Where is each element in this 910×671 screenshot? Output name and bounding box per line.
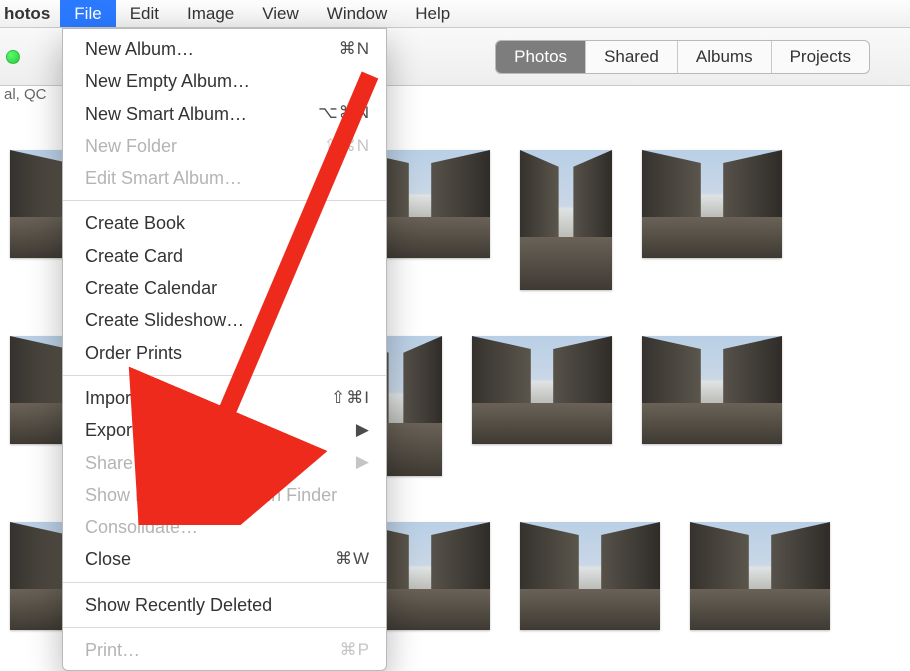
- view-segmented-control: Photos Shared Albums Projects: [495, 40, 870, 74]
- menu-window[interactable]: Window: [313, 0, 401, 27]
- menu-close[interactable]: Close ⌘W: [63, 543, 386, 575]
- tab-albums[interactable]: Albums: [677, 41, 771, 73]
- shortcut-label: ⌘P: [340, 639, 370, 662]
- menubar: hotos File Edit Image View Window Help: [0, 0, 910, 28]
- menu-show-referenced: Show Referenced File in Finder: [63, 479, 386, 511]
- photo-thumbnail[interactable]: [520, 522, 660, 630]
- shortcut-label: ⇧⌘N: [323, 135, 370, 158]
- menu-create-book[interactable]: Create Book: [63, 207, 386, 239]
- menu-new-smart-album[interactable]: New Smart Album… ⌥⌘N: [63, 98, 386, 130]
- photo-thumbnail[interactable]: [520, 150, 612, 290]
- menu-share: Share ▶: [63, 447, 386, 479]
- menu-export[interactable]: Export ▶: [63, 414, 386, 446]
- menu-item-label: Consolidate…: [85, 515, 198, 539]
- menu-new-album[interactable]: New Album… ⌘N: [63, 33, 386, 65]
- photo-thumbnail[interactable]: [690, 522, 830, 630]
- file-menu-dropdown: New Album… ⌘N New Empty Album… New Smart…: [62, 28, 387, 671]
- menu-item-label: Print…: [85, 638, 140, 662]
- menu-view[interactable]: View: [248, 0, 313, 27]
- photo-thumbnail[interactable]: [642, 336, 782, 444]
- menu-file[interactable]: File: [60, 0, 115, 27]
- menu-item-label: New Empty Album…: [85, 69, 250, 93]
- menu-separator: [63, 627, 386, 628]
- menu-item-label: New Album…: [85, 37, 194, 61]
- menu-item-label: Import…: [85, 386, 154, 410]
- menu-image[interactable]: Image: [173, 0, 248, 27]
- menu-item-label: New Smart Album…: [85, 102, 247, 126]
- menu-help[interactable]: Help: [401, 0, 464, 27]
- menu-item-label: Share: [85, 451, 133, 475]
- menu-item-label: New Folder: [85, 134, 177, 158]
- menu-create-slideshow[interactable]: Create Slideshow…: [63, 304, 386, 336]
- menu-item-label: Order Prints: [85, 341, 182, 365]
- menu-item-label: Create Card: [85, 244, 183, 268]
- submenu-arrow-icon: ▶: [356, 451, 370, 474]
- photo-thumbnail[interactable]: [472, 336, 612, 444]
- menu-show-recently-deleted[interactable]: Show Recently Deleted: [63, 589, 386, 621]
- location-label: al, QC: [0, 82, 60, 107]
- shortcut-label: ⌘W: [335, 548, 370, 571]
- menu-import[interactable]: Import… ⇧⌘I: [63, 382, 386, 414]
- tab-projects[interactable]: Projects: [771, 41, 869, 73]
- menu-item-label: Close: [85, 547, 131, 571]
- menu-print: Print… ⌘P: [63, 634, 386, 666]
- tab-shared[interactable]: Shared: [585, 41, 677, 73]
- shortcut-label: ⇧⌘I: [331, 387, 370, 410]
- shortcut-label: ⌘N: [339, 38, 370, 61]
- menu-separator: [63, 582, 386, 583]
- tab-photos[interactable]: Photos: [496, 41, 585, 73]
- menu-create-card[interactable]: Create Card: [63, 240, 386, 272]
- menu-create-calendar[interactable]: Create Calendar: [63, 272, 386, 304]
- menu-item-label: Show Recently Deleted: [85, 593, 272, 617]
- menu-item-label: Edit Smart Album…: [85, 166, 242, 190]
- menu-order-prints[interactable]: Order Prints: [63, 337, 386, 369]
- menu-edit-smart-album: Edit Smart Album…: [63, 162, 386, 194]
- menu-item-label: Show Referenced File in Finder: [85, 483, 337, 507]
- submenu-arrow-icon: ▶: [356, 419, 370, 442]
- menu-item-label: Export: [85, 418, 137, 442]
- menu-new-empty-album[interactable]: New Empty Album…: [63, 65, 386, 97]
- menu-item-label: Create Book: [85, 211, 185, 235]
- menu-edit[interactable]: Edit: [116, 0, 173, 27]
- menu-item-label: Create Slideshow…: [85, 308, 244, 332]
- menu-app[interactable]: hotos: [0, 0, 60, 27]
- shortcut-label: ⌥⌘N: [318, 102, 370, 125]
- window-zoom-button[interactable]: [6, 50, 20, 64]
- menu-new-folder: New Folder ⇧⌘N: [63, 130, 386, 162]
- photo-thumbnail[interactable]: [642, 150, 782, 258]
- menu-separator: [63, 200, 386, 201]
- menu-item-label: Create Calendar: [85, 276, 217, 300]
- menu-consolidate: Consolidate…: [63, 511, 386, 543]
- menu-separator: [63, 375, 386, 376]
